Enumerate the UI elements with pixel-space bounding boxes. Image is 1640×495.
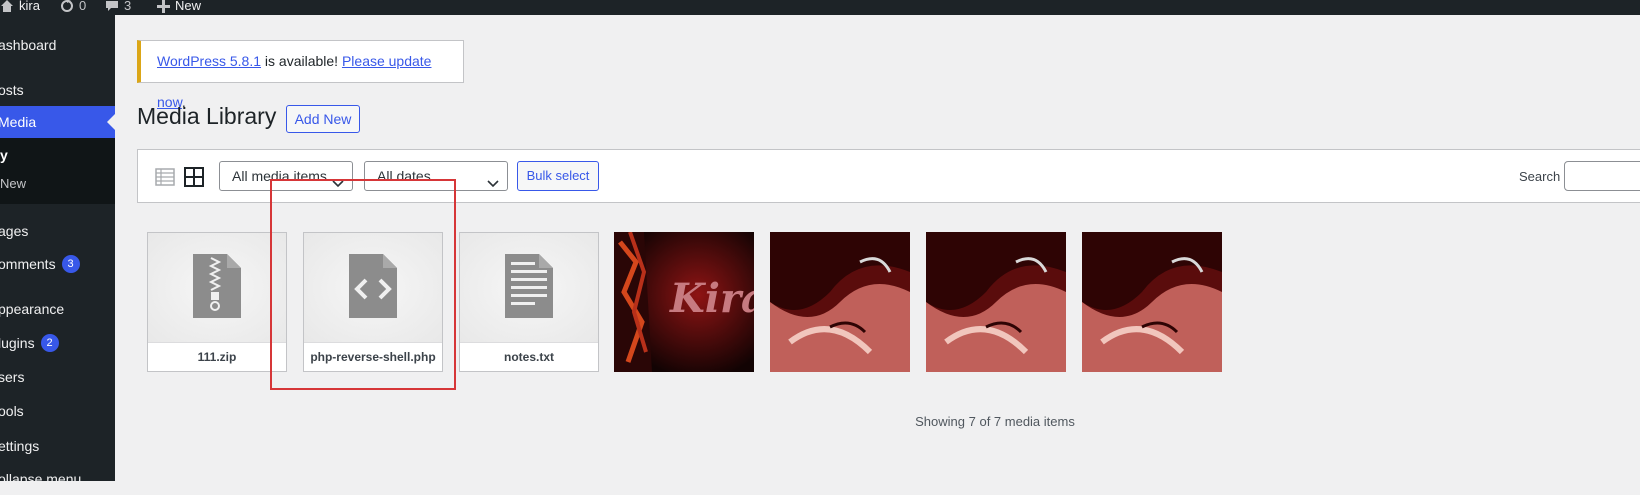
home-icon — [0, 0, 14, 13]
date-filter[interactable]: All dates — [364, 161, 508, 191]
anime-image-thumbnail — [1082, 232, 1222, 372]
archive-thumbnail — [148, 233, 286, 343]
site-name-link[interactable]: kira — [0, 0, 40, 16]
new-label: New — [175, 0, 202, 13]
comments-badge: 3 — [61, 255, 80, 273]
archive-icon — [193, 253, 241, 323]
menu-pages[interactable]: ages — [0, 215, 115, 247]
submenu-add-new[interactable]: New — [0, 176, 26, 191]
wordpress-version-link[interactable]: WordPress 5.8.1 — [157, 53, 261, 69]
plugins-badge: 2 — [40, 334, 59, 352]
updates-link[interactable]: 0 — [60, 0, 86, 16]
updates-icon — [60, 0, 74, 13]
add-new-button[interactable]: Add New — [286, 105, 360, 133]
code-thumbnail — [304, 233, 442, 343]
anime-image-thumbnail — [926, 232, 1066, 372]
menu-label: osts — [0, 82, 24, 98]
menu-users[interactable]: sers — [0, 361, 115, 393]
file-name: php-reverse-shell.php — [304, 342, 442, 371]
date-filter-value: All dates — [377, 168, 431, 184]
chevron-down-icon — [332, 170, 344, 198]
updates-count: 0 — [79, 0, 87, 13]
comments-link[interactable]: 3 — [105, 0, 131, 16]
file-name: notes.txt — [460, 342, 598, 371]
media-item-notes-txt[interactable]: notes.txt — [459, 232, 599, 372]
media-count-status: Showing 7 of 7 media items — [915, 414, 1075, 429]
submenu-library[interactable]: y — [0, 147, 8, 163]
new-content-link[interactable]: New — [157, 0, 201, 16]
admin-sidebar: ashboard osts Media y New ages omments 3… — [0, 15, 115, 487]
media-type-value: All media items — [232, 168, 327, 184]
menu-label: Media — [0, 114, 37, 130]
code-icon — [349, 253, 397, 323]
site-name: kira — [19, 0, 40, 13]
anime-image-thumbnail — [770, 232, 910, 372]
kira-image-text: Kira — [669, 275, 754, 322]
media-item-image-kira[interactable]: Kira — [614, 232, 754, 372]
page-title: Media Library — [137, 103, 277, 129]
menu-label: ppearance — [0, 301, 65, 317]
menu-posts[interactable]: osts — [0, 74, 115, 106]
search-input[interactable] — [1564, 161, 1640, 191]
media-item-111-zip[interactable]: 111.zip — [147, 232, 287, 372]
media-submenu: y New — [0, 138, 115, 204]
menu-dashboard[interactable]: ashboard — [0, 29, 115, 61]
media-type-filter[interactable]: All media items — [219, 161, 353, 191]
menu-appearance[interactable]: ppearance — [0, 293, 115, 325]
bulk-select-button[interactable]: Bulk select — [517, 161, 599, 191]
notice-text: is available! — [261, 53, 342, 69]
menu-label: ettings — [0, 438, 40, 454]
grid-view-icon[interactable] — [183, 166, 205, 188]
comments-count: 3 — [124, 0, 132, 13]
media-item-image-1[interactable] — [770, 232, 910, 372]
chevron-down-icon — [487, 170, 499, 198]
plus-icon — [157, 0, 170, 13]
comments-icon — [105, 0, 119, 13]
menu-label: ollapse menu — [0, 471, 82, 487]
menu-plugins[interactable]: lugins 2 — [0, 327, 115, 359]
menu-label: ages — [0, 223, 29, 239]
menu-settings[interactable]: ettings — [0, 430, 115, 462]
document-thumbnail — [460, 233, 598, 343]
media-item-image-2[interactable] — [926, 232, 1066, 372]
menu-label: omments — [0, 256, 56, 272]
media-item-php-reverse-shell[interactable]: php-reverse-shell.php — [303, 232, 443, 372]
media-item-image-3[interactable] — [1082, 232, 1222, 372]
update-notice: WordPress 5.8.1 is available! Please upd… — [137, 40, 464, 110]
media-toolbar: All media items All dates Bulk select Se… — [137, 149, 1640, 203]
kira-image-thumbnail: Kira — [614, 232, 754, 372]
menu-label: sers — [0, 369, 25, 385]
document-icon — [505, 253, 553, 323]
menu-label: lugins — [0, 335, 35, 351]
search-label: Search — [1519, 169, 1561, 184]
admin-bar: kira 0 3 New — [0, 0, 1640, 15]
list-view-icon[interactable] — [154, 166, 176, 188]
collapse-menu[interactable]: ollapse menu — [0, 463, 115, 495]
file-name: 111.zip — [148, 342, 286, 371]
menu-label: ashboard — [0, 37, 57, 53]
menu-media[interactable]: Media — [0, 106, 115, 138]
menu-comments[interactable]: omments 3 — [0, 248, 115, 280]
